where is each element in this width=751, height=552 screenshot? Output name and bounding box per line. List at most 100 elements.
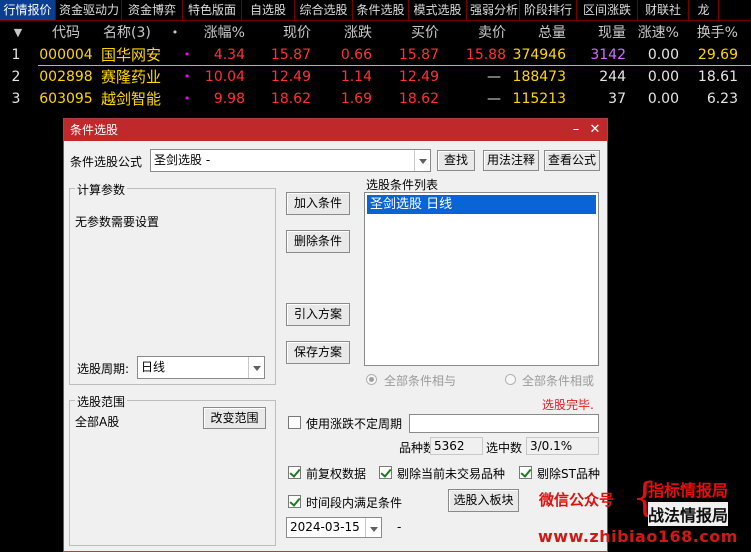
tab-2[interactable]: 资金博弈 bbox=[122, 0, 183, 20]
variable-period-input[interactable] bbox=[409, 414, 599, 433]
forward-rights-label: 前复权数据 bbox=[306, 467, 367, 481]
header-speed[interactable]: 涨速% bbox=[630, 22, 679, 44]
watermark-line2: 战法情报局 bbox=[648, 502, 729, 526]
tab-11[interactable]: 财联社 bbox=[638, 0, 689, 20]
stock-name: 国华网安 bbox=[101, 46, 162, 64]
tab-12[interactable]: 龙 bbox=[689, 0, 719, 20]
header-turnover[interactable]: 换手% bbox=[690, 22, 738, 44]
no-params-text: 无参数需要设置 bbox=[75, 215, 160, 229]
formula-label: 条件选股公式 bbox=[70, 155, 143, 169]
range-value: 全部A股 bbox=[75, 415, 120, 429]
range-group-label: 选股范围 bbox=[75, 393, 128, 410]
row-index: 2 bbox=[11, 69, 21, 85]
find-button[interactable]: 查找 bbox=[437, 150, 475, 171]
date-dash: - bbox=[397, 520, 402, 534]
ask: — bbox=[487, 91, 501, 107]
list-item[interactable]: 圣剑选股 日线 bbox=[367, 195, 596, 214]
chevron-down-icon[interactable] bbox=[365, 518, 381, 537]
radio-and[interactable] bbox=[366, 374, 377, 385]
minimize-icon[interactable]: – bbox=[567, 119, 585, 141]
remove-untraded-checkbox[interactable] bbox=[379, 466, 392, 479]
forward-rights-checkbox[interactable] bbox=[288, 466, 301, 479]
delete-condition-button[interactable]: 删除条件 bbox=[286, 230, 350, 253]
add-condition-button[interactable]: 加入条件 bbox=[286, 192, 350, 215]
speed: 0.00 bbox=[647, 69, 679, 85]
current-volume: 3142 bbox=[590, 47, 626, 63]
row-index: 3 bbox=[11, 91, 21, 107]
status-text: 选股完毕. bbox=[542, 398, 594, 412]
row-index: 1 bbox=[11, 47, 21, 63]
tab-10[interactable]: 区间涨跌 bbox=[577, 0, 638, 20]
count-value: 5362 bbox=[430, 437, 483, 455]
header-change[interactable]: 涨跌 bbox=[318, 22, 372, 44]
watermark-site: www.zhibiao168.com bbox=[538, 527, 738, 546]
change: 0.66 bbox=[340, 47, 372, 63]
stock-code: 002898 bbox=[39, 69, 93, 85]
tab-4[interactable]: 自选股 bbox=[242, 0, 295, 20]
date-picker[interactable]: 2024-03-15 bbox=[286, 517, 382, 538]
remove-untraded-label: 剔除当前未交易品种 bbox=[397, 467, 506, 481]
table-header: ▼ 代码 名称(3) • 涨幅% 现价 涨跌 买价 卖价 总量 现量 涨速% 换… bbox=[0, 22, 751, 44]
turnover: 29.69 bbox=[697, 47, 738, 63]
selected-label: 选中数 bbox=[486, 441, 523, 455]
stock-code: 603095 bbox=[39, 91, 93, 107]
formula-value: 圣剑选股 - bbox=[154, 153, 211, 167]
header-dot: • bbox=[171, 26, 179, 39]
header-code[interactable]: 代码 bbox=[38, 22, 94, 44]
tab-8[interactable]: 强弱分析 bbox=[467, 0, 520, 20]
chevron-down-icon[interactable] bbox=[248, 357, 264, 378]
condition-stock-selection-dialog: 条件选股 – ✕ 条件选股公式 圣剑选股 - 查找 用法注释 查看公式 计算参数… bbox=[63, 118, 608, 552]
watermark-line1: 指标情报局 bbox=[648, 481, 729, 500]
stock-name: 赛隆药业 bbox=[101, 68, 162, 86]
radio-or[interactable] bbox=[505, 374, 516, 385]
current-volume: 244 bbox=[599, 69, 626, 85]
watermark-wechat: 微信公众号 bbox=[539, 491, 615, 509]
tab-6[interactable]: 条件选股 bbox=[353, 0, 409, 20]
stock-name: 越剑智能 bbox=[101, 90, 162, 108]
remove-st-checkbox[interactable] bbox=[519, 466, 532, 479]
header-volume[interactable]: 总量 bbox=[510, 22, 566, 44]
header-current-volume[interactable]: 现量 bbox=[578, 22, 626, 44]
save-plan-button[interactable]: 保存方案 bbox=[286, 341, 350, 364]
speed: 0.00 bbox=[647, 47, 679, 63]
dialog-titlebar[interactable]: 条件选股 – ✕ bbox=[64, 119, 607, 141]
tab-1[interactable]: 资金驱动力 bbox=[56, 0, 122, 20]
top-tab-bar: 行情报价 资金驱动力 资金博弈 特色版面 自选股 综合选股 条件选股 模式选股 强弱分析 阶段排行… bbox=[0, 0, 751, 21]
table-row[interactable]: 2 002898 赛隆药业 • 10.04 12.49 1.14 12.49 —… bbox=[0, 66, 751, 88]
import-plan-button[interactable]: 引入方案 bbox=[286, 303, 350, 326]
header-ask[interactable]: 卖价 bbox=[447, 22, 506, 44]
variable-period-checkbox[interactable] bbox=[288, 416, 301, 429]
usage-notes-button[interactable]: 用法注释 bbox=[483, 150, 539, 171]
change-pct: 4.34 bbox=[213, 47, 245, 63]
change-range-button[interactable]: 改变范围 bbox=[203, 407, 266, 429]
tab-3[interactable]: 特色版面 bbox=[183, 0, 242, 20]
period-label: 选股周期: bbox=[77, 362, 130, 376]
change-pct: 10.04 bbox=[204, 69, 245, 85]
remove-st-label: 剔除ST品种 bbox=[537, 467, 600, 481]
select-to-block-button[interactable]: 选股入板块 bbox=[448, 489, 519, 512]
tab-5[interactable]: 综合选股 bbox=[295, 0, 353, 20]
period-value: 日线 bbox=[141, 360, 166, 374]
stock-code: 000004 bbox=[39, 47, 93, 63]
sort-arrow-icon[interactable]: ▼ bbox=[8, 22, 28, 44]
condition-list[interactable]: 圣剑选股 日线 bbox=[364, 192, 599, 366]
header-bid[interactable]: 买价 bbox=[380, 22, 439, 44]
header-price[interactable]: 现价 bbox=[255, 22, 311, 44]
chevron-down-icon[interactable] bbox=[414, 150, 430, 171]
bid: 12.49 bbox=[398, 69, 439, 85]
table-row[interactable]: 3 603095 越剑智能 • 9.98 18.62 1.69 18.62 — … bbox=[0, 88, 751, 110]
time-range-checkbox[interactable] bbox=[288, 495, 301, 508]
header-change-pct[interactable]: 涨幅% bbox=[190, 22, 245, 44]
header-name[interactable]: 名称(3) bbox=[103, 22, 173, 44]
view-formula-button[interactable]: 查看公式 bbox=[544, 150, 600, 171]
change: 1.14 bbox=[340, 69, 372, 85]
ask: 15.88 bbox=[465, 47, 506, 63]
period-select[interactable]: 日线 bbox=[137, 356, 265, 379]
tab-9[interactable]: 阶段排行 bbox=[520, 0, 577, 20]
tab-7[interactable]: 模式选股 bbox=[409, 0, 467, 20]
volume: 188473 bbox=[512, 69, 566, 85]
formula-select[interactable]: 圣剑选股 - bbox=[150, 149, 431, 172]
table-row[interactable]: 1 000004 国华网安 • 4.34 15.87 0.66 15.87 15… bbox=[0, 44, 751, 66]
close-icon[interactable]: ✕ bbox=[586, 119, 604, 141]
tab-0[interactable]: 行情报价 bbox=[0, 0, 56, 20]
